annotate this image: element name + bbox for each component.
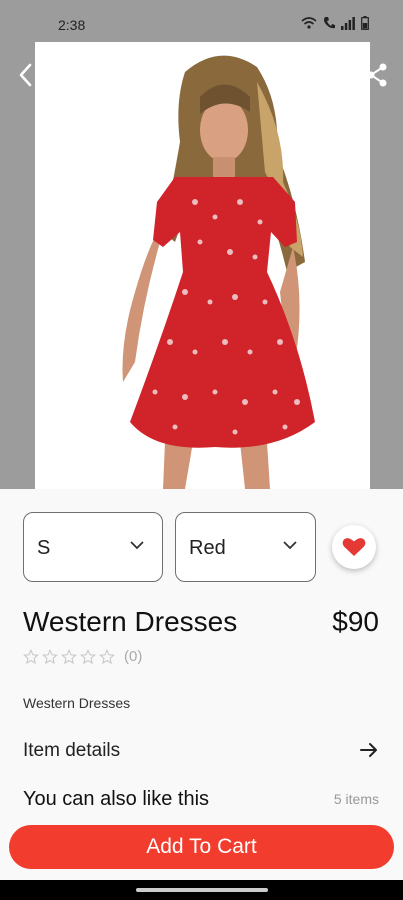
chevron-down-icon (130, 541, 144, 550)
rating-count: (0) (124, 648, 143, 665)
size-select[interactable]: S (23, 512, 163, 582)
color-select[interactable]: Red (175, 512, 316, 582)
call-icon (324, 17, 335, 29)
status-time: 2:38 (58, 17, 86, 33)
wifi-icon (301, 17, 317, 29)
star-icon (23, 648, 39, 664)
share-icon (367, 63, 387, 87)
product-photo (35, 42, 370, 489)
related-count: 5 items (333, 791, 379, 807)
signal-icon (341, 17, 355, 30)
battery-icon (361, 16, 369, 30)
home-gesture-handle[interactable] (136, 888, 268, 892)
arrow-right-icon (360, 743, 377, 757)
dress-photo-icon (122, 55, 315, 489)
item-details-label: Item details (23, 740, 121, 761)
product-price: $90 (332, 606, 379, 637)
share-button[interactable] (365, 60, 389, 90)
star-icon (42, 648, 58, 664)
related-heading: You can also like this (23, 788, 210, 810)
product-image-area (0, 42, 403, 489)
back-button[interactable] (14, 60, 38, 90)
favorite-button[interactable] (332, 525, 376, 569)
rating: (0) (23, 648, 142, 665)
star-icon (61, 648, 77, 664)
product-subtitle: Western Dresses (23, 695, 131, 711)
heart-icon (342, 538, 366, 556)
add-to-cart-button[interactable]: Add To Cart (9, 825, 394, 869)
status-icons (301, 16, 369, 30)
star-icon (99, 648, 115, 664)
color-select-value: Red (189, 537, 226, 559)
chevron-down-icon (283, 541, 297, 550)
item-details-row[interactable]: Item details (23, 736, 379, 766)
status-bar: 2:38 (0, 0, 403, 42)
size-select-value: S (37, 537, 51, 559)
chevron-left-icon (19, 63, 32, 87)
product-title: Western Dresses (23, 606, 238, 637)
system-nav-bar (0, 880, 403, 900)
star-icon (80, 648, 96, 664)
